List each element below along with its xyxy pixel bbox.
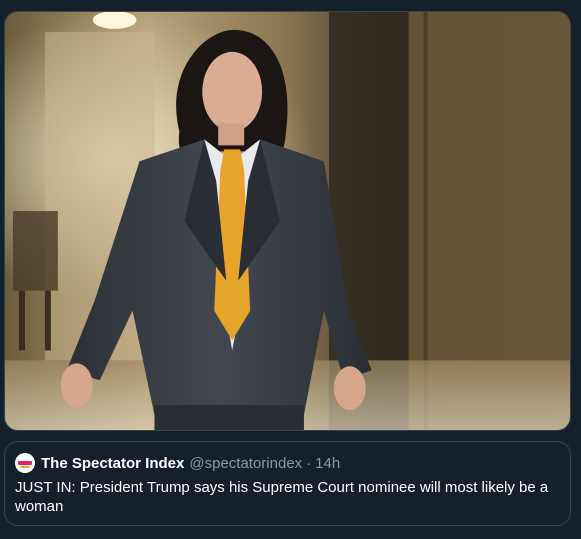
separator-dot: · (306, 454, 312, 472)
quoted-timestamp[interactable]: 14h (315, 455, 340, 472)
quoted-tweet-header: The Spectator Index @spectatorindex · 14… (15, 452, 560, 474)
quoted-tweet-text: JUST IN: President Trump says his Suprem… (15, 479, 549, 515)
photo-image (5, 12, 570, 430)
spectator-index-logo-icon[interactable] (15, 453, 35, 473)
quoted-handle[interactable]: @spectatorindex (189, 455, 302, 472)
tweet-media-photo[interactable] (4, 11, 571, 431)
quoted-tweet-card[interactable]: The Spectator Index @spectatorindex · 14… (4, 441, 571, 526)
quoted-display-name[interactable]: The Spectator Index (41, 455, 184, 472)
